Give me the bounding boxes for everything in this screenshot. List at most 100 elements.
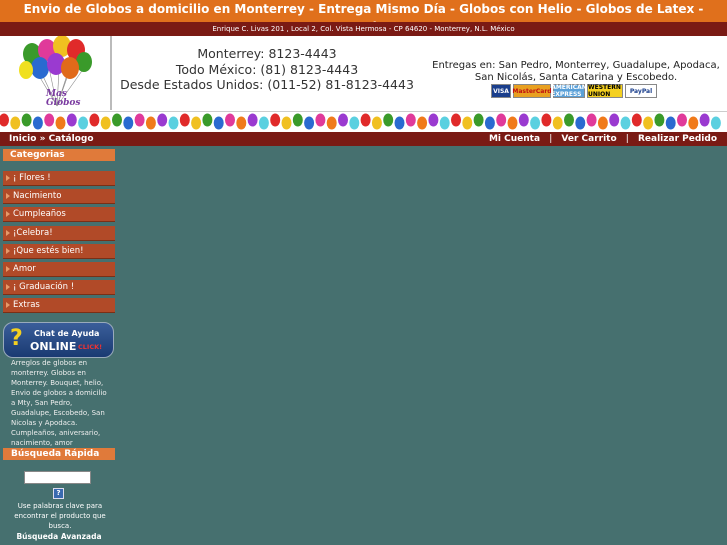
western-union-icon: WESTERN UNION [587, 84, 623, 98]
balloon-shape [145, 116, 156, 130]
mastercard-icon: MasterCard [512, 84, 552, 98]
balloon-shape [451, 113, 461, 127]
categories-heading: Categorias [3, 149, 115, 161]
checkout-link[interactable]: Realizar Pedido [638, 134, 717, 144]
balloon-shape [100, 116, 111, 130]
balloon-shape [78, 116, 89, 130]
breadcrumb-catalog[interactable]: Catálogo [49, 134, 94, 144]
balloon-shape [55, 116, 66, 130]
payment-methods: VISA MasterCard AMERICAN EXPRESS WESTERN UN… [491, 84, 657, 98]
balloon-shape [338, 113, 348, 127]
category-item[interactable]: ¡ Flores ! [3, 171, 115, 186]
advanced-search-link[interactable]: Búsqueda Avanzada [3, 532, 115, 541]
balloon-shape [134, 113, 145, 127]
site-logo[interactable]: Mas Globos [2, 35, 112, 110]
pipe-separator: | [549, 134, 553, 144]
phone-monterrey: Monterrey: 8123-4443 [197, 46, 337, 61]
balloon-shape [699, 113, 710, 127]
balloon-shape [665, 116, 676, 130]
balloon-shape [462, 116, 473, 130]
balloon-shape [677, 113, 687, 127]
balloon-shape [168, 116, 179, 130]
category-item[interactable]: Extras [3, 298, 115, 314]
phone-numbers: Monterrey: 8123-4443 Todo México: (81) 8… [112, 46, 422, 93]
balloon-shape [428, 113, 439, 127]
balloon-shape [213, 116, 224, 130]
logo-text: Mas Globos [46, 89, 81, 108]
balloon-shape [620, 116, 631, 130]
balloon-shape [586, 113, 597, 127]
balloon-shape [349, 116, 360, 130]
category-list: ¡ Flores ! Nacimiento Cumpleaños ¡Celebr… [3, 171, 115, 314]
balloon-shape [281, 116, 292, 130]
chat-help-button[interactable]: ? Chat de Ayuda ONLINE CLICK! [3, 322, 114, 358]
balloon-shape [270, 113, 281, 127]
balloon-shape [417, 116, 428, 130]
search-input[interactable] [24, 471, 91, 484]
breadcrumb-home[interactable]: Inicio [9, 134, 36, 144]
balloon-shape [564, 113, 574, 127]
visa-icon: VISA [491, 84, 511, 98]
balloon-shape [258, 116, 269, 130]
balloon-shape [552, 116, 563, 130]
balloon-shape [112, 113, 122, 127]
balloon-shape [191, 116, 202, 130]
chat-title: Chat de Ayuda [34, 329, 100, 338]
phone-mexico: Todo México: (81) 8123-4443 [175, 61, 359, 77]
sidebar: Categorias ¡ Flores ! Nacimiento Cumplea… [3, 149, 115, 317]
header: Mas Globos Monterrey: 8123-4443 Todo Méx… [0, 35, 727, 112]
category-item[interactable]: Amor [3, 261, 115, 277]
category-item[interactable]: ¡ Graduación ! [3, 280, 115, 296]
quick-search-heading: Búsqueda Rápida [3, 448, 115, 460]
balloon-shape [44, 113, 55, 127]
search-submit-button[interactable]: ? [53, 488, 64, 499]
balloon-shape [179, 113, 190, 127]
balloon-shape [225, 113, 235, 127]
amex-icon: AMERICAN EXPRESS [551, 84, 587, 98]
balloon-shape [360, 113, 371, 127]
category-item[interactable]: Cumpleaños [3, 207, 115, 223]
balloon-shape [518, 113, 529, 127]
balloon-shape [32, 116, 43, 130]
balloon-shape [202, 113, 213, 127]
category-item[interactable]: ¡Que estés bien! [3, 243, 115, 259]
breadcrumb-separator: » [39, 134, 46, 144]
site-description: Arreglos de globos en monterrey. Globos … [11, 359, 107, 447]
balloon-shape [66, 113, 77, 127]
balloon-shape [654, 113, 665, 127]
balloon-shape [315, 113, 326, 127]
view-cart-link[interactable]: Ver Carrito [561, 134, 616, 144]
top-banner: Envio de Globos a domicilio en Monterrey… [0, 0, 727, 34]
balloon-shape [631, 113, 642, 127]
my-account-link[interactable]: Mi Cuenta [489, 134, 540, 144]
balloon-shape [394, 116, 405, 130]
help-question-icon: ? [10, 326, 23, 351]
balloon-shape [123, 116, 134, 130]
balloon-shape [541, 113, 552, 127]
delivery-areas: Entregas en: San Pedro, Monterrey, Guada… [432, 60, 720, 83]
balloon-shape [507, 116, 518, 130]
balloon-shape [236, 116, 247, 130]
balloon-shape [383, 113, 394, 127]
balloon-shape [710, 116, 721, 130]
pipe-separator: | [625, 134, 629, 144]
breadcrumb: Inicio » Catálogo [9, 132, 94, 146]
balloon-shape [597, 116, 608, 130]
balloon-shape [530, 116, 541, 130]
balloon-shape [304, 116, 315, 130]
balloon-shape [247, 113, 258, 127]
balloon-border [0, 112, 727, 132]
paypal-icon: PayPal [625, 84, 657, 98]
balloon-shape [609, 113, 620, 127]
chat-online-label: ONLINE [30, 340, 77, 353]
balloon-garland-icon [0, 113, 721, 130]
account-links: Mi Cuenta | Ver Carrito | Realizar Pedid… [489, 132, 717, 146]
category-item[interactable]: ¡Celebra! [3, 225, 115, 241]
balloon-shape [89, 113, 100, 127]
balloon-shape [439, 116, 450, 130]
search-help-text: Use palabras clave para encontrar el pro… [14, 502, 106, 530]
balloon-shape [688, 116, 699, 130]
category-item[interactable]: Nacimiento [3, 189, 115, 205]
balloon-shape [21, 113, 32, 127]
balloon-shape [496, 113, 507, 127]
